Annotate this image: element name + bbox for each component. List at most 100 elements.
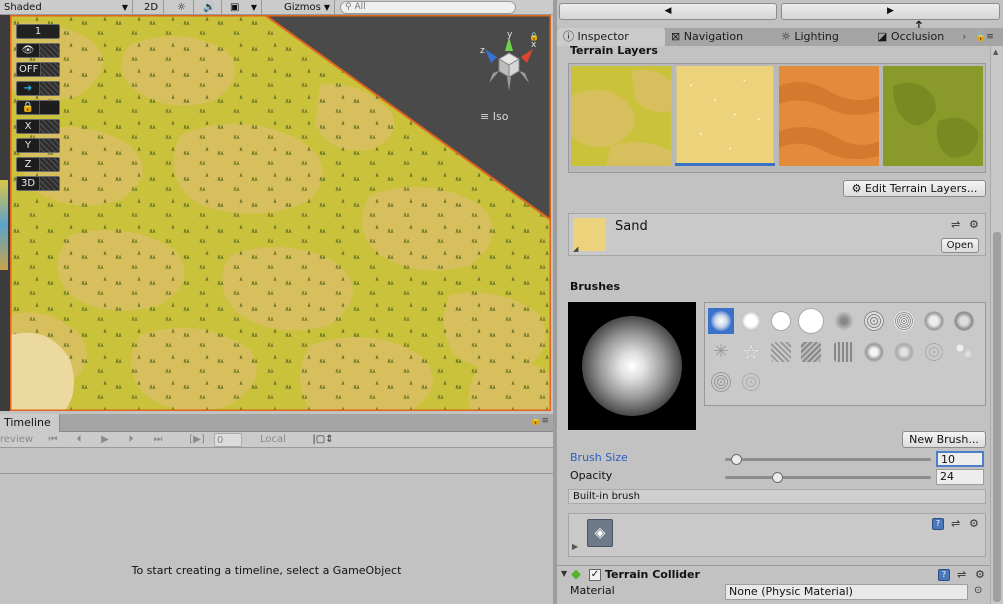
shading-mode-label: Shaded <box>4 2 42 13</box>
terrain-layer-orange[interactable] <box>779 66 879 166</box>
forward-button[interactable]: ▶ <box>781 3 1000 20</box>
material-object-field[interactable]: None (Physic Material) <box>725 584 968 600</box>
preset-icon[interactable]: ⇌ <box>951 517 960 530</box>
brush-round-medium[interactable] <box>738 308 764 334</box>
brush-star-soft[interactable]: ✳ <box>708 339 734 365</box>
brush-splat-2[interactable] <box>921 308 947 334</box>
shading-mode-dropdown[interactable]: Shaded ▼ <box>0 0 133 15</box>
preset-icon[interactable]: ⇌ <box>957 568 966 581</box>
time-mode-button[interactable]: Local <box>248 433 298 447</box>
opacity-field[interactable]: 24 <box>936 469 984 485</box>
new-brush-button[interactable]: New Brush... <box>902 431 986 448</box>
gear-icon[interactable]: ⚙ <box>975 568 985 581</box>
brush-size-slider-handle[interactable] <box>730 454 742 465</box>
projection-toggle[interactable]: ≡ Iso <box>480 110 508 123</box>
brush-splat-3[interactable] <box>951 308 977 334</box>
brush-scatter-2[interactable] <box>951 339 977 365</box>
visibility-toggle[interactable]: 👁 <box>16 43 60 58</box>
effects-dropdown[interactable]: ▣ ▼ <box>226 0 262 15</box>
previous-frame-icon[interactable]: ⏴ <box>68 433 90 447</box>
layer-field[interactable]: 1 <box>16 24 60 39</box>
chevron-right-icon[interactable]: › <box>962 30 966 43</box>
brush-noise-2[interactable] <box>891 308 917 334</box>
open-layer-button[interactable]: Open <box>941 238 979 253</box>
object-picker-icon[interactable]: ⊙ <box>974 585 982 596</box>
axis-y-toggle[interactable]: Y <box>16 138 60 153</box>
tab-inspector[interactable]: ⓘ Inspector <box>557 28 665 46</box>
move-tool-toggle[interactable]: ➔ <box>16 81 60 96</box>
back-arrow-icon: ◀ <box>664 6 672 16</box>
brush-texture-3[interactable] <box>831 339 857 365</box>
brush-scatter-4[interactable] <box>738 369 764 395</box>
brush-splat-1[interactable] <box>831 308 857 334</box>
unity-logo-icon: ◈ <box>587 519 613 547</box>
lighting-toggle-icon[interactable]: ☼ <box>170 0 194 15</box>
help-icon[interactable]: ? <box>932 518 944 530</box>
inspector-scrollbar[interactable]: ▲ <box>990 46 1003 604</box>
terrain-layer-moss[interactable] <box>883 66 983 166</box>
play-range-icon[interactable]: [▶] <box>186 433 208 447</box>
scene-view[interactable]: 1 👁 OFF ➔ 🔒 X Y Z 3D y x z 🔒 ≡ Iso <box>10 15 551 411</box>
brush-round-large[interactable] <box>798 308 824 334</box>
frame-field[interactable]: 0 <box>214 433 242 447</box>
brush-scatter-3[interactable] <box>708 369 734 395</box>
tab-lighting[interactable]: ☼ Lighting <box>775 28 867 46</box>
scrollbar-thumb[interactable] <box>993 232 1001 602</box>
orientation-gizmo-icon[interactable]: y x z 🔒 <box>469 31 539 101</box>
gear-icon[interactable]: ⚙ <box>969 218 979 231</box>
preset-icon[interactable]: ⇌ <box>951 218 960 231</box>
brush-round-soft[interactable] <box>708 308 734 334</box>
brush-texture-2[interactable] <box>798 339 824 365</box>
back-button[interactable]: ◀ <box>559 3 777 20</box>
brush-scatter-1[interactable] <box>921 339 947 365</box>
brush-round-hard[interactable] <box>768 308 794 334</box>
opacity-slider-handle[interactable] <box>771 472 783 483</box>
lock-toggle[interactable]: 🔒 <box>16 100 60 115</box>
2d-toggle[interactable]: 2D <box>140 0 164 15</box>
help-icon[interactable]: ? <box>938 569 950 581</box>
axis-x-toggle[interactable]: X <box>16 119 60 134</box>
terrain-layer-sand[interactable] <box>675 66 775 166</box>
foldout-arrow-icon[interactable]: ▶ <box>572 542 578 551</box>
lock-icon[interactable]: 🔒≡ <box>530 416 549 426</box>
axis-z-toggle[interactable]: Z <box>16 157 60 172</box>
brush-splat-4[interactable] <box>861 339 887 365</box>
brushes-heading: Brushes <box>570 280 621 293</box>
scene-toolbar: Shaded ▼ 2D ☼ 🔊 ▣ ▼ Gizmos ▼ ⚲ All <box>0 0 553 15</box>
terrain-layer-grass-sand[interactable] <box>571 66 671 166</box>
foldout-arrow-icon[interactable]: ▼ <box>561 569 567 578</box>
tab-occlusion[interactable]: ◪ Occlusion <box>871 28 957 46</box>
opacity-slider[interactable] <box>725 472 931 483</box>
audio-toggle-icon[interactable]: 🔊 <box>198 0 222 15</box>
edit-terrain-layers-label: Edit Terrain Layers... <box>864 182 978 195</box>
brush-splat-5[interactable] <box>891 339 917 365</box>
scroll-up-icon[interactable]: ▲ <box>993 48 998 56</box>
edit-terrain-layers-button[interactable]: ⚙ Edit Terrain Layers... <box>843 180 986 197</box>
brush-star-outline[interactable]: ☆ <box>738 339 764 365</box>
brush-noise-1[interactable] <box>861 308 887 334</box>
gear-icon[interactable]: ⚙ <box>969 517 979 530</box>
lighting-icon: ☼ <box>781 30 791 43</box>
tab-timeline-label: Timeline <box>4 416 51 429</box>
next-frame-icon[interactable]: ⏵ <box>120 433 142 447</box>
brush-texture-1[interactable] <box>768 339 794 365</box>
go-to-start-icon[interactable]: ⏮ <box>42 433 64 447</box>
3d-toggle[interactable]: 3D <box>16 176 60 191</box>
gizmo-z-label: z <box>480 46 485 56</box>
terrain-collider-header[interactable]: ▼ ◆ ✓ Terrain Collider ? ⇌ ⚙ <box>557 565 990 584</box>
brush-size-field[interactable]: 10 <box>936 451 984 467</box>
scene-search-input[interactable]: ⚲ All <box>340 1 516 14</box>
terrain-collider-enabled-checkbox[interactable]: ✓ <box>589 569 601 581</box>
timeline-settings-dropdown[interactable]: |▢⇕ <box>308 433 338 447</box>
material-value: None (Physic Material) <box>729 585 853 598</box>
preview-button[interactable]: review <box>0 433 38 447</box>
play-icon[interactable]: ▶ <box>94 433 116 447</box>
off-toggle[interactable]: OFF <box>16 62 60 77</box>
brush-size-slider[interactable] <box>725 454 931 465</box>
tab-navigation[interactable]: ⊠ Navigation <box>665 28 765 46</box>
go-to-end-icon[interactable]: ⏭ <box>146 433 170 447</box>
foldout-arrow-icon[interactable]: ◢ <box>573 245 578 253</box>
tab-menu-icon[interactable]: 🔒≡ <box>975 32 994 42</box>
gizmos-dropdown[interactable]: Gizmos ▼ <box>280 0 335 15</box>
tab-timeline[interactable]: Timeline <box>0 414 60 432</box>
